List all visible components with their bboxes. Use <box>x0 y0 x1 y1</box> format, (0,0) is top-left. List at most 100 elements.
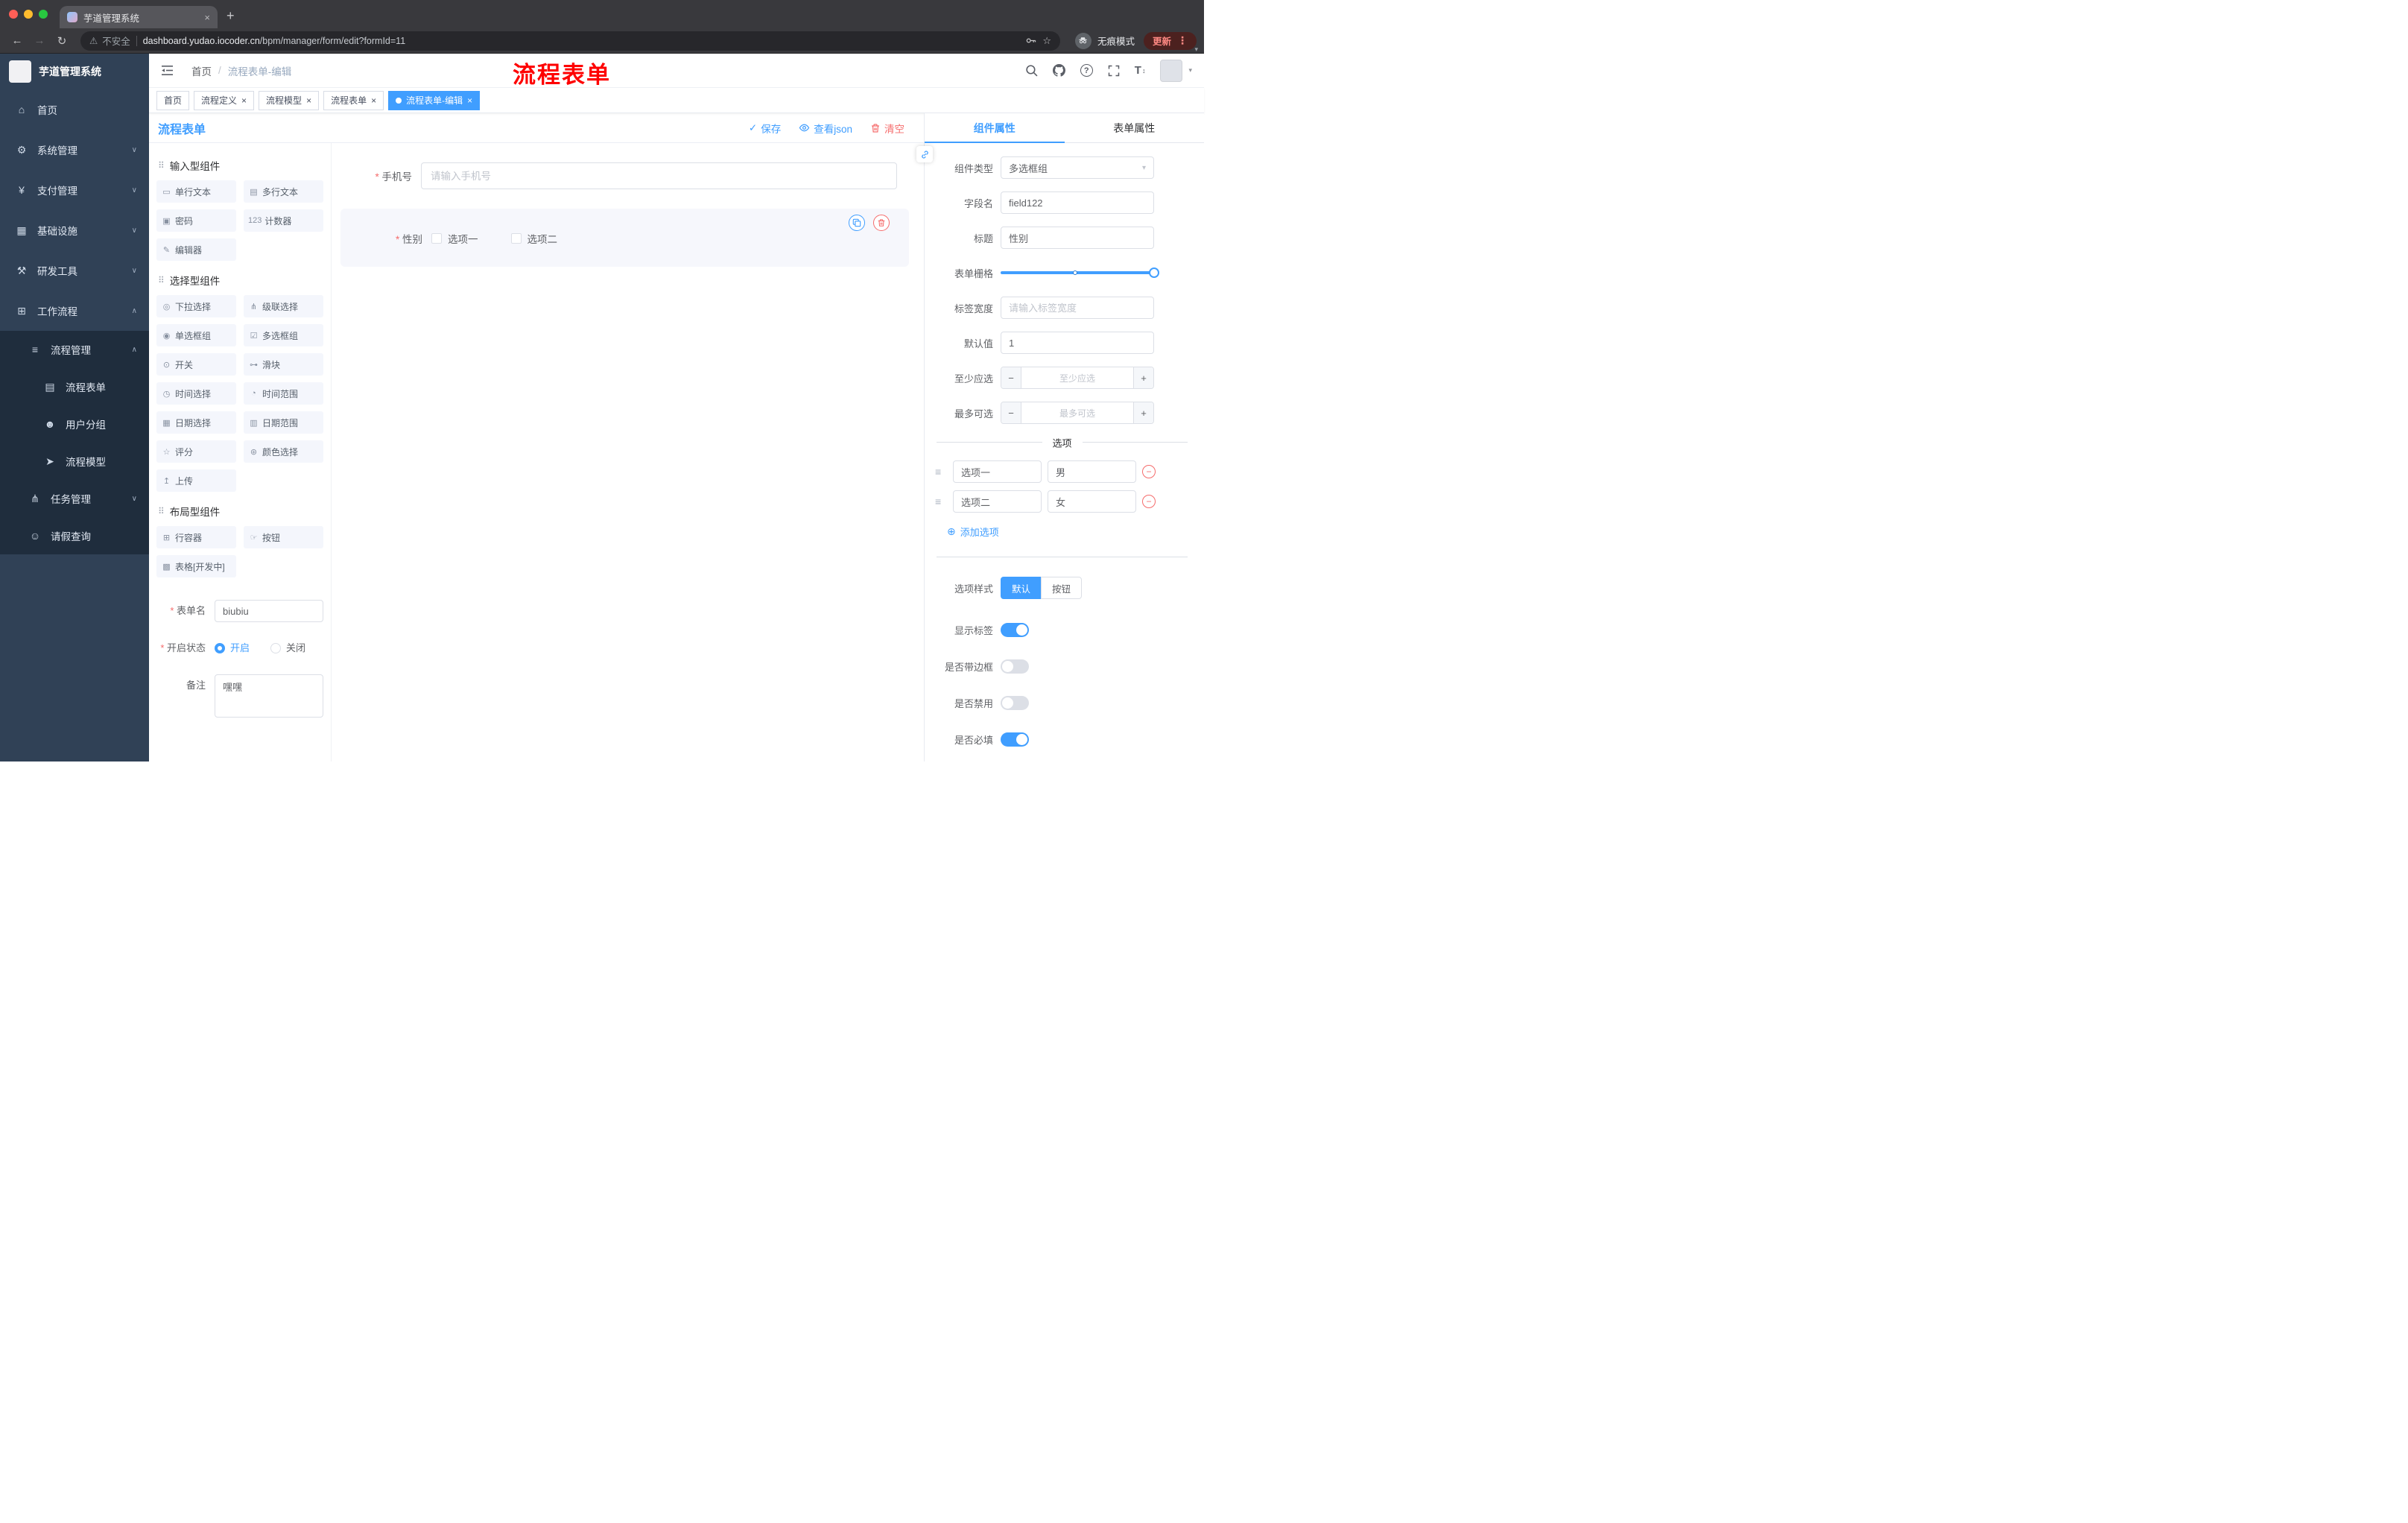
fullscreen-icon[interactable] <box>1108 65 1120 77</box>
palette-item[interactable]: ▤ 多行文本 <box>244 180 323 203</box>
palette-item[interactable]: ☑ 多选框组 <box>244 324 323 346</box>
font-size-icon[interactable]: T ↕ <box>1135 64 1146 77</box>
switch[interactable] <box>1001 622 1029 637</box>
sidebar-item[interactable]: ➤ 流程模型 <box>0 443 149 480</box>
label-width-input[interactable] <box>1001 297 1154 319</box>
radio-open[interactable]: 开启 <box>215 637 250 659</box>
tag[interactable]: 流程表单 × <box>323 90 384 110</box>
style-default-button[interactable]: 默认 <box>1001 577 1042 599</box>
style-button-button[interactable]: 按钮 <box>1041 577 1083 599</box>
slider-track[interactable] <box>1001 267 1159 278</box>
palette-item[interactable]: ⊞ 行容器 <box>156 526 236 548</box>
search-icon[interactable] <box>1025 64 1038 77</box>
clear-button[interactable]: 清空 <box>870 121 904 136</box>
link-collapse-button[interactable] <box>916 146 933 162</box>
palette-item[interactable]: ▦ 日期选择 <box>156 411 236 434</box>
add-option-button[interactable]: ⊕ 添加选项 <box>947 525 1189 539</box>
palette-item[interactable]: ☞ 按钮 <box>244 526 323 548</box>
min-checked-value[interactable]: 至少应选 <box>1021 367 1134 388</box>
sidebar-item[interactable]: ☻ 用户分组 <box>0 405 149 443</box>
checkbox-option[interactable]: 选项一 <box>431 231 478 246</box>
title-input[interactable] <box>1001 227 1154 249</box>
switch[interactable] <box>1001 659 1029 674</box>
decrease-button[interactable]: − <box>1001 367 1021 388</box>
increase-button[interactable]: + <box>1134 367 1153 388</box>
new-tab-button[interactable]: + <box>226 8 235 24</box>
increase-button[interactable]: + <box>1134 402 1153 423</box>
drag-handle-icon[interactable]: ≡ <box>935 495 947 507</box>
key-icon[interactable] <box>1025 35 1036 46</box>
tab-component-props[interactable]: 组件属性 <box>925 113 1065 143</box>
sidebar-item[interactable]: ▤ 流程表单 <box>0 368 149 405</box>
sidebar-item[interactable]: ☺ 请假查询 <box>0 517 149 554</box>
sidebar-item[interactable]: ⊞ 工作流程 ∧ <box>0 291 149 331</box>
tab-form-props[interactable]: 表单属性 <box>1065 113 1205 142</box>
checkbox-icon[interactable] <box>431 233 442 244</box>
switch[interactable] <box>1001 695 1029 710</box>
minimize-window-button[interactable] <box>24 10 33 19</box>
sidebar-toggle-icon[interactable] <box>156 65 178 76</box>
avatar[interactable] <box>1160 59 1183 82</box>
component-type-select[interactable]: 多选框组 ▾ <box>1001 156 1154 179</box>
max-checked-value[interactable]: 最多可选 <box>1021 402 1134 423</box>
zoom-window-button[interactable] <box>39 10 48 19</box>
tag[interactable]: 流程定义 × <box>194 90 255 110</box>
decrease-button[interactable]: − <box>1001 402 1021 423</box>
canvas-field-phone[interactable]: 手机号 <box>340 162 897 189</box>
copy-widget-button[interactable] <box>849 215 865 231</box>
close-icon[interactable]: × <box>371 95 376 106</box>
view-json-button[interactable]: 查看json <box>799 121 852 136</box>
close-icon[interactable]: × <box>467 95 472 106</box>
sidebar-item[interactable]: ¥ 支付管理 ∨ <box>0 170 149 210</box>
grid-slider[interactable] <box>1001 262 1159 284</box>
close-window-button[interactable] <box>9 10 18 19</box>
form-name-input[interactable] <box>215 600 323 622</box>
browser-update-button[interactable]: 更新 ⋮ <box>1143 31 1197 50</box>
palette-item[interactable]: ⊶ 滑块 <box>244 353 323 376</box>
palette-item[interactable]: ▣ 密码 <box>156 209 236 232</box>
remove-option-button[interactable]: − <box>1142 465 1156 478</box>
checkbox-option[interactable]: 选项二 <box>510 231 557 246</box>
palette-item[interactable]: ⊛ 颜色选择 <box>244 440 323 463</box>
question-icon[interactable]: ? <box>1080 64 1093 77</box>
palette-item[interactable]: ▭ 单行文本 <box>156 180 236 203</box>
close-icon[interactable]: × <box>241 95 247 106</box>
tag[interactable]: 流程模型 × <box>259 90 320 110</box>
palette-item[interactable]: ⊙ 开关 <box>156 353 236 376</box>
browser-tab[interactable]: 芋道管理系统 × <box>60 6 218 28</box>
radio-closed[interactable]: 关闭 <box>270 637 305 659</box>
save-button[interactable]: ✓ 保存 <box>749 121 781 136</box>
reload-button[interactable]: ↻ <box>52 34 72 48</box>
phone-input[interactable] <box>421 162 897 189</box>
sidebar-item[interactable]: ⚒ 研发工具 ∨ <box>0 250 149 291</box>
form-canvas[interactable]: 手机号 性别 选项一 <box>332 143 924 762</box>
close-icon[interactable]: × <box>306 95 311 106</box>
tag[interactable]: 首页 × <box>156 90 190 110</box>
palette-item[interactable]: ▥ 日期范围 <box>244 411 323 434</box>
option-value-input[interactable] <box>1048 460 1136 483</box>
option-value-input[interactable] <box>1048 490 1136 513</box>
field-name-input[interactable] <box>1001 191 1154 214</box>
canvas-field-gender-selected[interactable]: 性别 选项一 <box>340 209 909 267</box>
caret-down-icon[interactable]: ▾ <box>1188 66 1192 75</box>
slider-handle[interactable] <box>1149 267 1159 278</box>
palette-item[interactable]: ✎ 编辑器 <box>156 238 236 261</box>
close-tab-icon[interactable]: × <box>204 12 210 23</box>
sidebar-item[interactable]: ⚙ 系统管理 ∨ <box>0 130 149 170</box>
switch[interactable] <box>1001 732 1029 747</box>
security-status[interactable]: ⚠ 不安全 <box>89 34 130 48</box>
breadcrumb-home[interactable]: 首页 <box>191 63 212 78</box>
drag-handle-icon[interactable]: ≡ <box>935 466 947 478</box>
remove-option-button[interactable]: − <box>1142 495 1156 508</box>
option-label-input[interactable] <box>953 490 1042 513</box>
palette-item[interactable]: ◉ 单选框组 <box>156 324 236 346</box>
palette-item[interactable]: 123 计数器 <box>244 209 323 232</box>
palette-item[interactable]: ◔ 时间范围 <box>244 382 323 405</box>
palette-item[interactable]: ▩ 表格[开发中] <box>156 555 236 577</box>
bookmark-star-icon[interactable]: ☆ <box>1042 35 1051 47</box>
checkbox-icon[interactable] <box>510 233 522 244</box>
github-icon[interactable] <box>1052 64 1065 77</box>
sidebar-item[interactable]: ⌂ 首页 <box>0 89 149 130</box>
address-bar[interactable]: ⚠ 不安全 dashboard.yudao.iocoder.cn/bpm/man… <box>80 31 1060 51</box>
palette-item[interactable]: ☆ 评分 <box>156 440 236 463</box>
